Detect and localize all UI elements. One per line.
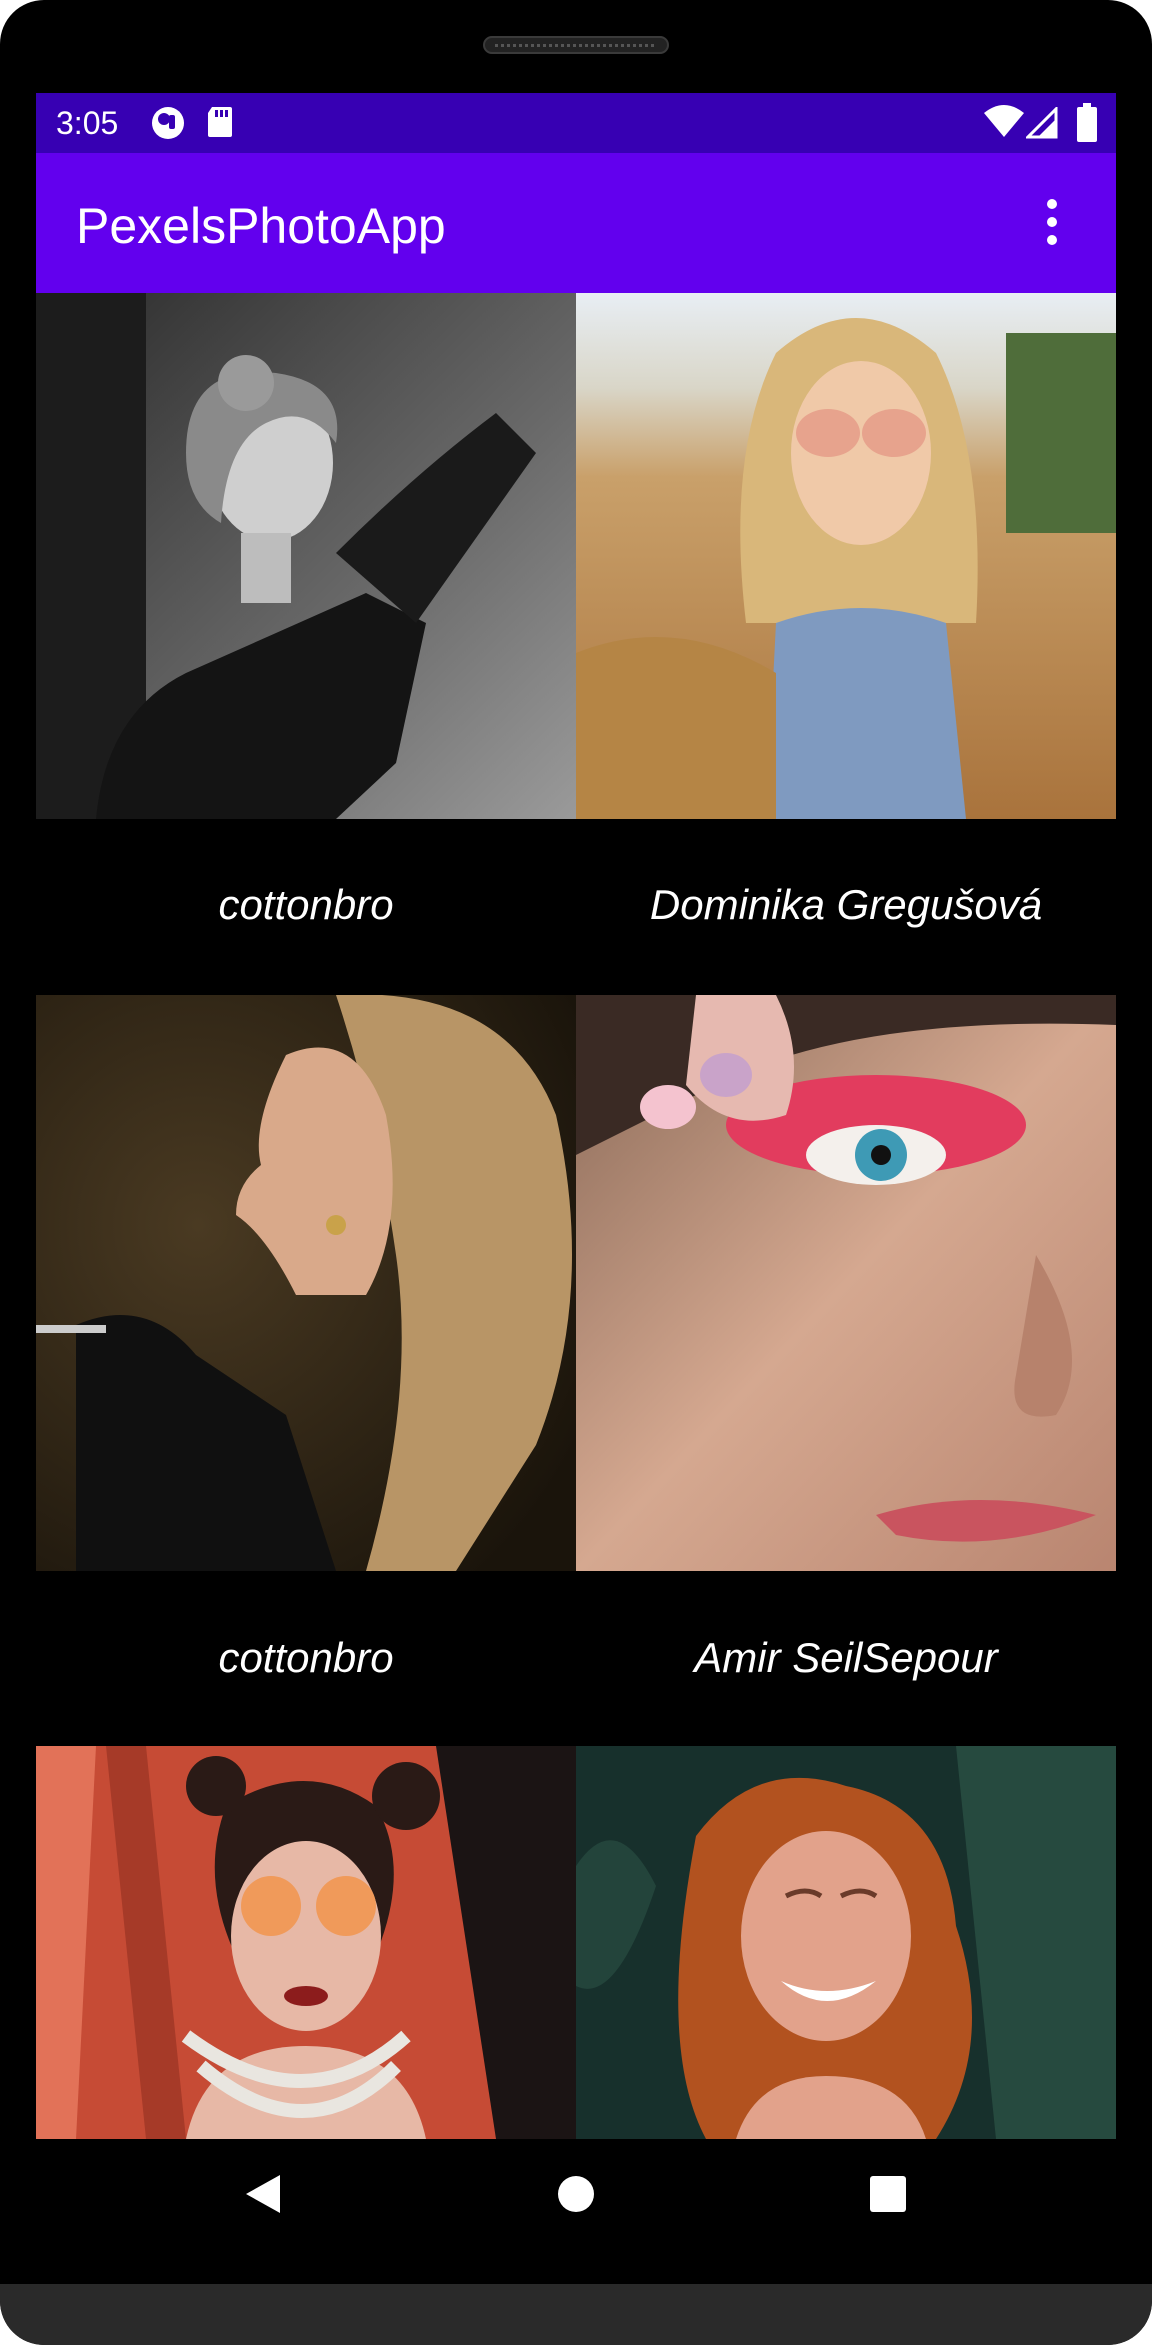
earpiece-speaker xyxy=(483,36,669,54)
sd-card-icon xyxy=(208,107,232,137)
photo-thumbnail[interactable] xyxy=(36,1746,576,2139)
status-bar: 3:05 xyxy=(36,93,1116,153)
photographer-name: cottonbro xyxy=(218,1634,394,1681)
home-icon[interactable] xyxy=(521,2139,631,2249)
photographer-name: cottonbro xyxy=(218,881,394,928)
wifi-icon xyxy=(984,105,1024,137)
photo-thumbnail[interactable] xyxy=(36,995,576,1571)
app-title: PexelsPhotoApp xyxy=(76,198,446,254)
photographer-name: Dominika Gregušová xyxy=(649,881,1043,928)
screen: 3:05 PexelsPhotoApp cottonbro Dominika G… xyxy=(36,93,1116,2139)
status-time: 3:05 xyxy=(56,105,119,141)
photo-thumbnail[interactable] xyxy=(36,293,576,819)
cell-signal-icon xyxy=(1026,107,1058,139)
photographer-name: Amir SeilSepour xyxy=(694,1634,998,1681)
app-bar: PexelsPhotoApp xyxy=(36,153,1116,293)
app-notification-icon xyxy=(152,107,184,139)
battery-icon xyxy=(1077,103,1097,142)
navigation-bar xyxy=(0,2139,1152,2284)
recents-icon[interactable] xyxy=(833,2139,943,2249)
photo-thumbnail[interactable] xyxy=(576,1746,1116,2139)
device-frame: 3:05 PexelsPhotoApp cottonbro Dominika G… xyxy=(0,0,1152,2345)
device-bottom-bezel xyxy=(0,2284,1152,2345)
photo-thumbnail[interactable] xyxy=(576,293,1116,819)
photo-thumbnail[interactable] xyxy=(576,995,1116,1571)
overflow-menu-icon[interactable] xyxy=(1040,193,1064,253)
back-icon[interactable] xyxy=(206,2139,316,2249)
